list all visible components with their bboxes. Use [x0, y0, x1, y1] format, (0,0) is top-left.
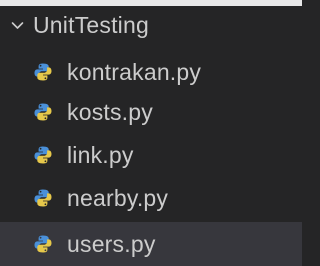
file-label: users.py [67, 230, 156, 257]
file-item-kosts[interactable]: kosts.py [0, 92, 302, 132]
file-item-users[interactable]: users.py [0, 222, 302, 266]
file-label: kosts.py [67, 98, 153, 125]
file-item-nearby[interactable]: nearby.py [0, 178, 302, 218]
file-explorer-panel: UnitTesting kontrakan.py kosts.py link.p… [0, 0, 302, 266]
chevron-down-icon[interactable] [11, 19, 24, 32]
file-label: kontrakan.py [67, 58, 202, 85]
python-file-icon [33, 188, 53, 208]
python-file-icon [33, 234, 53, 254]
folder-label: UnitTesting [33, 11, 149, 38]
folder-unittesting[interactable]: UnitTesting [0, 6, 302, 44]
file-item-link[interactable]: link.py [0, 135, 302, 175]
python-file-icon [33, 62, 53, 82]
python-file-icon [33, 102, 53, 122]
python-file-icon [33, 145, 53, 165]
file-item-kontrakan[interactable]: kontrakan.py [0, 52, 302, 92]
file-label: nearby.py [67, 184, 169, 211]
file-label: link.py [67, 141, 134, 168]
